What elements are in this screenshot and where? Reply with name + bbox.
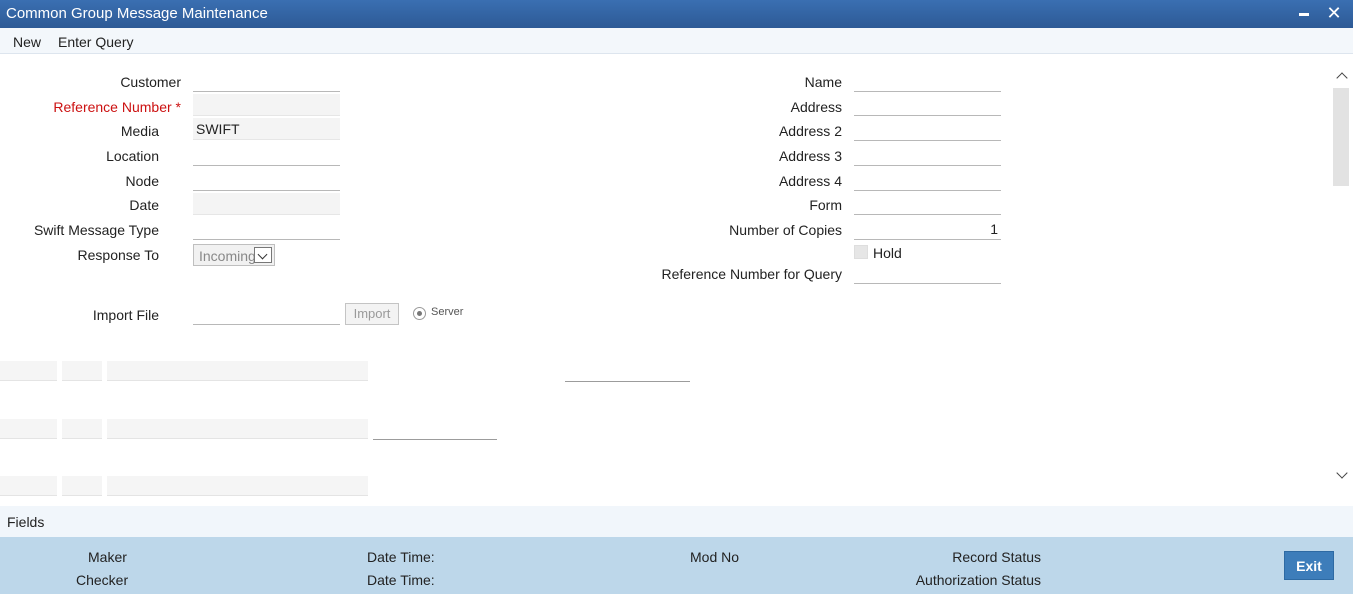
location-label: Location: [106, 148, 159, 164]
address3-input[interactable]: [854, 144, 1001, 166]
grid-cell: [107, 361, 368, 381]
media-input[interactable]: [193, 118, 340, 140]
customer-input[interactable]: [193, 70, 340, 92]
address4-label: Address 4: [778, 173, 842, 189]
address2-input[interactable]: [854, 119, 1001, 141]
date-label: Date: [129, 197, 159, 213]
response-to-select[interactable]: Incoming: [193, 244, 275, 266]
grid-cell: [62, 361, 102, 381]
grid-cell: [62, 419, 102, 439]
mod-no-label: Mod No: [690, 549, 740, 565]
address4-input[interactable]: [854, 169, 1001, 191]
address3-label: Address 3: [778, 148, 842, 164]
node-input[interactable]: [193, 169, 340, 191]
media-label: Media: [120, 123, 159, 139]
grid-cell: [0, 361, 57, 381]
reference-number-input[interactable]: [193, 94, 340, 116]
vertical-scrollbar[interactable]: [1331, 55, 1353, 505]
chevron-up-icon[interactable]: [1335, 69, 1349, 83]
audit-footer: Maker Checker Date Time: Date Time: Mod …: [0, 537, 1353, 594]
swift-message-type-label: Swift Message Type: [33, 222, 159, 238]
grid-line: [373, 439, 497, 440]
window-title: Common Group Message Maintenance: [6, 5, 268, 22]
server-radio-label: Server: [431, 306, 464, 318]
customer-label: Customer: [120, 74, 181, 90]
address2-label: Address 2: [778, 123, 842, 139]
checker-label: Checker: [76, 572, 129, 588]
reference-number-for-query-label: Reference Number for Query: [661, 266, 842, 282]
import-button[interactable]: Import: [345, 303, 399, 325]
fields-tab[interactable]: Fields: [7, 514, 44, 530]
import-file-label: Import File: [92, 307, 159, 323]
fields-bar: Fields: [0, 506, 1353, 537]
grid-cell: [107, 419, 368, 439]
location-input[interactable]: [193, 144, 340, 166]
record-status-label: Record Status: [952, 549, 1041, 565]
required-asterisk: *: [175, 99, 181, 115]
maker-label: Maker: [88, 549, 127, 565]
exit-button[interactable]: Exit: [1284, 551, 1334, 580]
date-input[interactable]: [193, 193, 340, 215]
reference-number-label: Reference Number *: [53, 99, 181, 115]
server-radio[interactable]: [413, 307, 426, 320]
window-title-bar: Common Group Message Maintenance ✕: [0, 0, 1353, 28]
grid-cell: [0, 419, 57, 439]
reference-number-for-query-input[interactable]: [854, 262, 1001, 284]
address-input[interactable]: [854, 94, 1001, 116]
grid-cell: [62, 476, 102, 496]
menu-bar: New Enter Query: [0, 28, 1353, 54]
response-to-label: Response To: [77, 247, 159, 263]
grid-line: [565, 381, 690, 382]
new-menu-item[interactable]: New: [13, 34, 41, 50]
checker-date-time-label: Date Time:: [367, 572, 435, 588]
authorization-status-label: Authorization Status: [915, 572, 1041, 588]
minimize-icon[interactable]: [1296, 4, 1314, 22]
enter-query-menu-item[interactable]: Enter Query: [58, 34, 133, 50]
swift-message-type-input[interactable]: [193, 218, 340, 240]
close-icon[interactable]: ✕: [1325, 4, 1343, 22]
name-input[interactable]: [854, 70, 1001, 92]
response-to-value: Incoming: [199, 248, 256, 264]
number-of-copies-label: Number of Copies: [729, 222, 842, 238]
grid-cell: [0, 476, 57, 496]
name-label: Name: [804, 74, 842, 90]
number-of-copies-input[interactable]: [854, 218, 1001, 240]
maker-date-time-label: Date Time:: [367, 549, 435, 565]
address-label: Address: [790, 99, 842, 115]
form-input[interactable]: [854, 193, 1001, 215]
hold-label: Hold: [873, 245, 902, 261]
import-file-input[interactable]: [193, 303, 340, 325]
grid-cell: [107, 476, 368, 496]
chevron-down-icon[interactable]: [1335, 469, 1349, 483]
hold-checkbox[interactable]: [854, 245, 868, 259]
chevron-down-icon[interactable]: [254, 247, 272, 263]
form-label: Form: [809, 197, 842, 213]
node-label: Node: [125, 173, 159, 189]
main-form: Customer Reference Number * Media Locati…: [0, 55, 1331, 505]
scrollbar-thumb[interactable]: [1333, 88, 1349, 186]
